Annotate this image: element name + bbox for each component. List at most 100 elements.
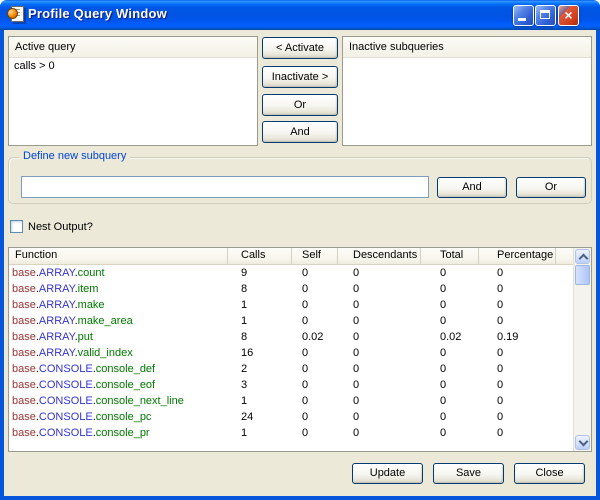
inactive-subqueries-list[interactable] (343, 58, 591, 145)
nest-output-label[interactable]: Nest Output? (28, 220, 93, 234)
self-cell: 0 (292, 377, 338, 393)
descendants-cell: 0 (338, 297, 421, 313)
calls-cell: 1 (228, 393, 292, 409)
descendants-cell: 0 (338, 393, 421, 409)
table-row[interactable]: base.CONSOLE.console_pr10000 (9, 425, 575, 441)
calls-cell: 24 (228, 409, 292, 425)
column-header-calls[interactable]: Calls (228, 248, 292, 264)
descendants-cell: 0 (338, 377, 421, 393)
scroll-thumb[interactable] (575, 265, 590, 285)
table-row[interactable]: base.CONSOLE.console_pc240000 (9, 409, 575, 425)
table-header: Function Calls Self Descendants Total Pe… (9, 248, 575, 265)
define-subquery-label: Define new subquery (19, 150, 130, 162)
column-header-percentage[interactable]: Percentage (479, 248, 556, 264)
percentage-cell: 0 (479, 281, 556, 297)
self-cell: 0 (292, 313, 338, 329)
save-button[interactable]: Save (433, 463, 504, 484)
calls-cell: 1 (228, 425, 292, 441)
total-cell: 0 (421, 361, 479, 377)
total-cell: 0.02 (421, 329, 479, 345)
function-name-cell: base.CONSOLE.console_next_line (9, 393, 228, 409)
calls-cell: 8 (228, 329, 292, 345)
table-row[interactable]: base.CONSOLE.console_def20000 (9, 361, 575, 377)
calls-cell: 3 (228, 377, 292, 393)
table-scrollbar[interactable] (573, 248, 591, 451)
active-query-header: Active query (9, 37, 257, 58)
column-header-total[interactable]: Total (421, 248, 479, 264)
minimize-icon (518, 18, 526, 21)
percentage-cell: 0.19 (479, 329, 556, 345)
inactive-subqueries-panel[interactable]: Inactive subqueries (342, 36, 592, 146)
percentage-cell: 0 (479, 313, 556, 329)
column-header-function[interactable]: Function (9, 248, 228, 264)
subquery-or-button[interactable]: Or (516, 177, 586, 198)
active-query-list[interactable]: calls > 0 (9, 58, 257, 145)
column-header-descendants[interactable]: Descendants (338, 248, 421, 264)
scroll-down-button[interactable] (575, 435, 590, 450)
inactive-subqueries-header: Inactive subqueries (343, 37, 591, 58)
close-button[interactable]: Close (514, 463, 585, 484)
percentage-cell: 0 (479, 393, 556, 409)
table-row[interactable]: base.ARRAY.count90000 (9, 265, 575, 281)
calls-cell: 8 (228, 281, 292, 297)
active-query-panel[interactable]: Active query calls > 0 (8, 36, 258, 146)
inactivate-button[interactable]: Inactivate > (262, 66, 338, 88)
table-row[interactable]: base.ARRAY.make_area10000 (9, 313, 575, 329)
self-cell: 0 (292, 393, 338, 409)
self-cell: 0.02 (292, 329, 338, 345)
table-row[interactable]: base.ARRAY.make10000 (9, 297, 575, 313)
function-table: Function Calls Self Descendants Total Pe… (8, 247, 592, 452)
self-cell: 0 (292, 409, 338, 425)
maximize-icon (540, 10, 550, 19)
subquery-input[interactable] (21, 176, 429, 198)
descendants-cell: 0 (338, 425, 421, 441)
or-combine-button[interactable]: Or (262, 94, 338, 116)
table-row[interactable]: base.CONSOLE.console_eof30000 (9, 377, 575, 393)
table-row[interactable]: base.ARRAY.item80000 (9, 281, 575, 297)
active-query-item[interactable]: calls > 0 (9, 58, 257, 74)
descendants-cell: 0 (338, 329, 421, 345)
total-cell: 0 (421, 377, 479, 393)
total-cell: 0 (421, 393, 479, 409)
calls-cell: 1 (228, 313, 292, 329)
chevron-up-icon (579, 254, 589, 264)
update-button[interactable]: Update (352, 463, 423, 484)
table-row[interactable]: base.ARRAY.valid_index160000 (9, 345, 575, 361)
total-cell: 0 (421, 345, 479, 361)
function-name-cell: base.ARRAY.count (9, 265, 228, 281)
total-cell: 0 (421, 425, 479, 441)
percentage-cell: 0 (479, 345, 556, 361)
self-cell: 0 (292, 281, 338, 297)
function-name-cell: base.CONSOLE.console_def (9, 361, 228, 377)
close-window-button[interactable] (558, 5, 579, 26)
self-cell: 0 (292, 361, 338, 377)
percentage-cell: 0 (479, 409, 556, 425)
subquery-and-button[interactable]: And (437, 177, 507, 198)
titlebar[interactable]: Profile Query Window (0, 0, 600, 30)
scroll-up-button[interactable] (575, 249, 590, 264)
chevron-down-icon (579, 437, 589, 447)
profile-query-window: Profile Query Window Active query calls … (0, 0, 600, 500)
total-cell: 0 (421, 281, 479, 297)
define-subquery-group: Define new subquery And Or (8, 157, 592, 204)
self-cell: 0 (292, 265, 338, 281)
nest-output-checkbox[interactable] (10, 220, 23, 233)
total-cell: 0 (421, 297, 479, 313)
descendants-cell: 0 (338, 281, 421, 297)
minimize-button[interactable] (513, 5, 534, 26)
dialog-body: Active query calls > 0 < Activate Inacti… (4, 30, 596, 496)
function-name-cell: base.CONSOLE.console_pr (9, 425, 228, 441)
percentage-cell: 0 (479, 297, 556, 313)
and-combine-button[interactable]: And (262, 121, 338, 143)
percentage-cell: 0 (479, 361, 556, 377)
column-header-self[interactable]: Self (292, 248, 338, 264)
maximize-button[interactable] (535, 5, 556, 26)
percentage-cell: 0 (479, 265, 556, 281)
table-row[interactable]: base.ARRAY.put80.0200.020.19 (9, 329, 575, 345)
activate-button[interactable]: < Activate (262, 37, 338, 59)
total-cell: 0 (421, 409, 479, 425)
table-row[interactable]: base.CONSOLE.console_next_line10000 (9, 393, 575, 409)
calls-cell: 16 (228, 345, 292, 361)
function-name-cell: base.ARRAY.item (9, 281, 228, 297)
function-name-cell: base.ARRAY.make_area (9, 313, 228, 329)
